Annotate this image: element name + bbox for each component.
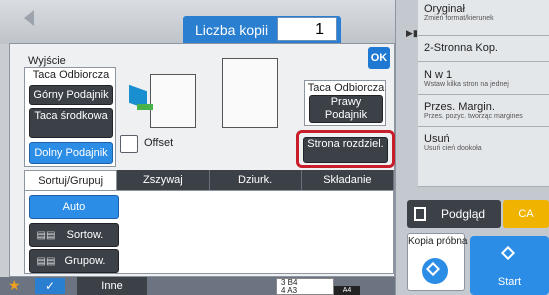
margin-shift-title: Przes. Margin.	[424, 101, 495, 113]
separator-button-highlight: Strona rozdziel.	[296, 130, 395, 168]
margin-shift-item[interactable]: Przes. Margin. Przes. pozyc. tworząc mar…	[418, 95, 549, 127]
tab-fold[interactable]: Składanie	[301, 170, 394, 190]
proof-start-icon	[422, 258, 448, 284]
n-up-title: N w 1	[424, 69, 453, 81]
printer-image	[222, 58, 278, 128]
back-arrow-icon[interactable]	[24, 10, 34, 26]
left-tray-group-label: Taca Odbiorcza	[32, 69, 110, 81]
tab-staple[interactable]: Zszywaj	[117, 170, 210, 190]
start-icon	[500, 245, 516, 261]
duplex-item[interactable]: 2-Stronna Kop.	[418, 36, 549, 62]
expand-arrow-icon[interactable]: ▶▮	[406, 28, 418, 39]
sort-group-button[interactable]: ▤▤ Grupow.	[29, 249, 119, 273]
paper-tray-status: 3 B4 4 A3	[276, 278, 334, 295]
offset-checkbox[interactable]	[120, 135, 138, 153]
output-dialog: Wyjście OK Taca Odbiorcza Górny Podajnik…	[9, 43, 395, 277]
right-tray-group: Taca Odbiorcza Prawy Podajnik	[304, 80, 386, 126]
proof-copy-label: Kopia próbna	[408, 236, 468, 247]
erase-item[interactable]: Usuń Usuń cień dookoła	[418, 127, 549, 187]
n-up-item[interactable]: N w 1 Wstaw kilka stron na jednej	[418, 62, 549, 95]
clear-all-button[interactable]: CA	[503, 200, 549, 228]
star-icon[interactable]: ★	[8, 277, 21, 294]
margin-shift-subtitle: Przes. pozyc. tworząc margines	[424, 113, 523, 120]
start-label: Start	[497, 276, 522, 288]
paper-row-4: 4 A3	[281, 286, 298, 295]
duplex-title: 2-Stronna Kop.	[424, 42, 498, 54]
tray-lower-button[interactable]: Dolny Podajnik	[29, 142, 113, 164]
ok-button[interactable]: OK	[368, 47, 390, 69]
paper-size-badge: A4	[334, 286, 360, 295]
exit-tray-icon	[137, 104, 153, 110]
erase-subtitle: Usuń cień dookoła	[424, 145, 482, 152]
copies-input[interactable]: 1	[277, 17, 337, 41]
sort-panel: Auto ▤▤ Sortow. ▤▤ Grupow.	[24, 190, 394, 274]
separator-page-button[interactable]: Strona rozdziel.	[303, 137, 388, 163]
n-up-subtitle: Wstaw kilka stron na jednej	[424, 81, 509, 88]
erase-title: Usuń	[424, 133, 450, 145]
sort-group-label: Grupow.	[64, 255, 106, 267]
other-button[interactable]: Inne	[77, 277, 147, 295]
tabs: Sortuj/Grupuj Zszywaj Dziurk. Składanie	[24, 170, 394, 190]
group-icon: ▤▤	[36, 256, 56, 267]
collate-icon: ▤▤	[36, 230, 56, 241]
sort-auto-button[interactable]: Auto	[29, 195, 119, 219]
dialog-title: Wyjście	[28, 55, 66, 67]
sort-collate-label: Sortow.	[66, 229, 104, 241]
tray-middle-button[interactable]: Taca środkowa	[29, 108, 113, 138]
check-icon[interactable]: ✓	[35, 278, 65, 294]
offset-label: Offset	[144, 137, 174, 149]
tray-right-button[interactable]: Prawy Podajnik	[309, 95, 383, 123]
left-tray-group: Taca Odbiorcza Górny Podajnik Taca środk…	[24, 67, 116, 167]
tray-upper-button[interactable]: Górny Podajnik	[29, 85, 113, 105]
preview-icon	[414, 207, 426, 221]
original-subtitle: Zmień format/kierunek	[424, 15, 494, 22]
tab-punch[interactable]: Dziurk.	[209, 170, 302, 190]
original-item[interactable]: Oryginał Zmień format/kierunek	[418, 0, 549, 36]
start-button[interactable]: Start	[470, 236, 549, 295]
original-title: Oryginał	[424, 3, 465, 15]
sort-collate-button[interactable]: ▤▤ Sortow.	[29, 223, 119, 247]
right-tray-group-label: Taca Odbiorcza	[307, 82, 385, 94]
finisher-image	[150, 74, 196, 128]
tab-sort-group[interactable]: Sortuj/Grupuj	[24, 170, 118, 190]
